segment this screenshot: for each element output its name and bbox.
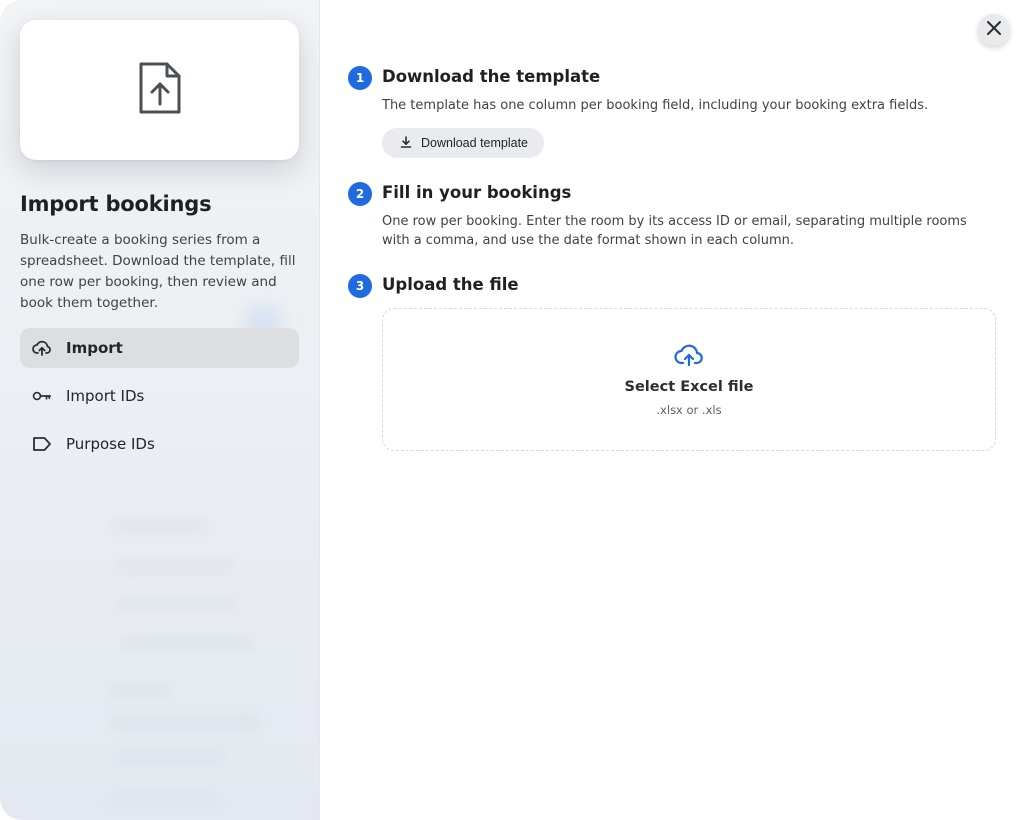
cloud-upload-icon bbox=[674, 343, 704, 371]
preview-card bbox=[20, 20, 299, 160]
download-template-label: Download template bbox=[421, 136, 529, 150]
step-download-template: 1 Download the template The template has… bbox=[348, 64, 996, 158]
page-description: Bulk-create a booking series from a spre… bbox=[20, 232, 296, 311]
step-upload-file: 3 Upload the file Select Excel file .xls… bbox=[348, 272, 996, 451]
page-title: Import bookings bbox=[20, 192, 212, 216]
tag-icon bbox=[32, 434, 52, 454]
step-description: One row per booking. Enter the room by i… bbox=[382, 214, 967, 248]
sidebar-item-label: Import bbox=[66, 339, 123, 357]
step-title: Download the template bbox=[382, 67, 601, 86]
sidebar-item-import-ids[interactable]: Import IDs bbox=[20, 376, 299, 416]
download-template-button[interactable]: Download template bbox=[382, 128, 545, 158]
dropzone-file-types: .xlsx or .xls bbox=[656, 402, 722, 417]
key-icon bbox=[32, 386, 52, 406]
file-dropzone[interactable]: Select Excel file .xlsx or .xls bbox=[382, 308, 996, 451]
sidebar-item-label: Import IDs bbox=[66, 387, 145, 405]
step-number-badge: 3 bbox=[348, 274, 372, 298]
close-button[interactable] bbox=[978, 14, 1010, 46]
sidebar-item-label: Purpose IDs bbox=[66, 435, 155, 453]
import-bookings-modal: Import bookings Bulk-create a booking se… bbox=[0, 0, 1024, 820]
sidebar-item-purpose-ids[interactable]: Purpose IDs bbox=[20, 424, 299, 464]
file-upload-icon bbox=[137, 60, 183, 120]
download-icon bbox=[400, 135, 412, 151]
step-description: The template has one column per booking … bbox=[382, 98, 929, 113]
sidebar-item-import[interactable]: Import bbox=[20, 328, 299, 368]
cloud-upload-icon bbox=[32, 338, 52, 358]
step-number-badge: 2 bbox=[348, 182, 372, 206]
step-number-badge: 1 bbox=[348, 66, 372, 90]
step-title: Upload the file bbox=[382, 275, 519, 294]
main-content: 1 Download the template The template has… bbox=[320, 0, 1024, 820]
step-title: Fill in your bookings bbox=[382, 183, 572, 202]
sidebar-nav: Import Import IDs Purpose IDs bbox=[20, 328, 299, 464]
close-icon bbox=[986, 20, 1002, 40]
sidebar: Import bookings Bulk-create a booking se… bbox=[0, 0, 320, 820]
dropzone-label: Select Excel file bbox=[624, 378, 754, 395]
step-fill-bookings: 2 Fill in your bookings One row per book… bbox=[348, 180, 996, 250]
